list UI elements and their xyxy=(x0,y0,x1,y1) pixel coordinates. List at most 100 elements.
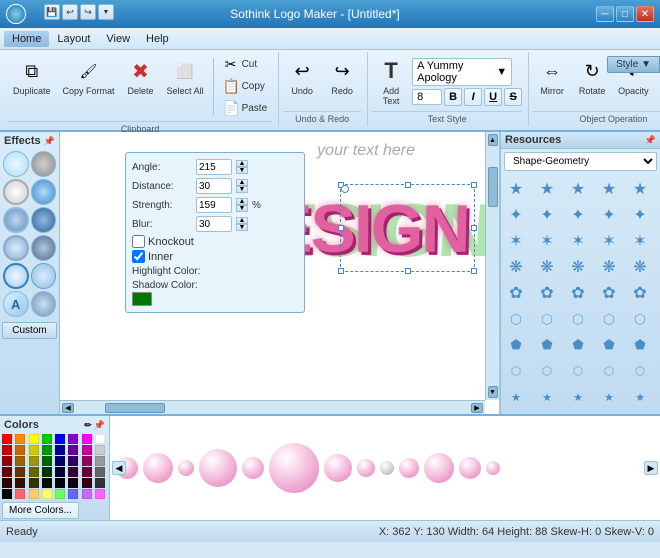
mirror-button[interactable]: ⇔ Mirror xyxy=(533,54,571,99)
scroll-v-down[interactable]: ▼ xyxy=(488,386,498,398)
distance-input[interactable] xyxy=(196,178,232,194)
color-cell[interactable] xyxy=(15,434,25,444)
color-cell[interactable] xyxy=(42,478,52,488)
knockout-checkbox[interactable] xyxy=(132,235,145,248)
shape-star-5pt-2[interactable]: ★ xyxy=(535,177,559,201)
color-cell[interactable] xyxy=(82,434,92,444)
shape-star-4pt-4[interactable]: ✦ xyxy=(597,203,621,227)
shape-hex-s-3[interactable]: ⬡ xyxy=(566,359,590,383)
blur-up-btn[interactable]: ▲ xyxy=(236,217,248,224)
blur-input[interactable] xyxy=(196,216,232,232)
shape-hex-s-4[interactable]: ⬡ xyxy=(597,359,621,383)
shape-4pt-sm-2[interactable]: ✦ xyxy=(535,411,559,414)
shape-burst-4[interactable]: ❋ xyxy=(597,255,621,279)
color-cell[interactable] xyxy=(95,478,105,488)
color-cell[interactable] xyxy=(42,489,52,499)
effect-btn-7[interactable] xyxy=(3,235,29,261)
quick-undo-btn[interactable]: ↩ xyxy=(62,4,78,20)
color-cell[interactable] xyxy=(55,478,65,488)
shape-4pt-sm-3[interactable]: ✦ xyxy=(566,411,590,414)
minimize-button[interactable]: ─ xyxy=(596,6,614,22)
close-button[interactable]: ✕ xyxy=(636,6,654,22)
effect-btn-9[interactable] xyxy=(3,263,29,289)
effect-btn-6[interactable] xyxy=(31,207,56,233)
color-cell[interactable] xyxy=(15,489,25,499)
resources-select[interactable]: Shape-Geometry xyxy=(504,152,657,171)
strikethrough-button[interactable]: S xyxy=(504,88,522,106)
color-cell[interactable] xyxy=(55,467,65,477)
color-cell[interactable] xyxy=(68,467,78,477)
effect-btn-1[interactable] xyxy=(3,151,29,177)
shape-diamond-2[interactable]: ⬟ xyxy=(535,333,559,357)
blur-down-btn[interactable]: ▼ xyxy=(236,224,248,231)
shape-star-4pt-5[interactable]: ✦ xyxy=(628,203,652,227)
shape-star-sm-4[interactable]: ★ xyxy=(597,385,621,409)
color-cell[interactable] xyxy=(2,434,12,444)
scroll-h-right[interactable]: ▶ xyxy=(471,403,483,413)
delete-button[interactable]: ✖ Delete xyxy=(122,54,160,99)
color-cell[interactable] xyxy=(29,467,39,477)
effect-btn-4[interactable] xyxy=(31,179,56,205)
scroll-h-left[interactable]: ◀ xyxy=(62,403,74,413)
shape-burst-1[interactable]: ❋ xyxy=(504,255,528,279)
shape-star-sm-3[interactable]: ★ xyxy=(566,385,590,409)
shape-diamond-3[interactable]: ⬟ xyxy=(566,333,590,357)
distance-spinner[interactable]: ▲ ▼ xyxy=(236,179,248,193)
effect-btn-8[interactable] xyxy=(31,235,56,261)
distance-down-btn[interactable]: ▼ xyxy=(236,186,248,193)
color-cell[interactable] xyxy=(95,467,105,477)
shape-star-5pt-1[interactable]: ★ xyxy=(504,177,528,201)
shape-star-sm-5[interactable]: ★ xyxy=(628,385,652,409)
shape-flower-3[interactable]: ✿ xyxy=(566,281,590,305)
font-name-box[interactable]: A Yummy Apology ▼ xyxy=(412,58,512,86)
shape-hex-s-2[interactable]: ⬡ xyxy=(535,359,559,383)
color-cell[interactable] xyxy=(68,456,78,466)
shape-star-6pt-4[interactable]: ✶ xyxy=(597,229,621,253)
shape-star-6pt-2[interactable]: ✶ xyxy=(535,229,559,253)
rotate-button[interactable]: ↻ Rotate xyxy=(573,54,611,99)
copy-button[interactable]: 📋 Copy xyxy=(218,76,273,97)
strength-down-btn[interactable]: ▼ xyxy=(236,205,248,212)
shape-diamond-4[interactable]: ⬟ xyxy=(597,333,621,357)
shape-star-5pt-4[interactable]: ★ xyxy=(597,177,621,201)
copy-format-button[interactable]: 🖌 Copy Format xyxy=(58,54,120,99)
color-cell[interactable] xyxy=(82,456,92,466)
shape-hex-s-1[interactable]: ⬡ xyxy=(504,359,528,383)
select-all-button[interactable]: ⬜ Select All xyxy=(162,54,209,99)
color-cell[interactable] xyxy=(15,478,25,488)
color-cell[interactable] xyxy=(55,489,65,499)
color-cell[interactable] xyxy=(55,445,65,455)
angle-input[interactable] xyxy=(196,159,232,175)
color-cell[interactable] xyxy=(95,456,105,466)
italic-button[interactable]: I xyxy=(464,88,482,106)
inner-checkbox[interactable] xyxy=(132,250,145,263)
angle-spinner[interactable]: ▲ ▼ xyxy=(236,160,248,174)
scroll-v-up[interactable]: ▲ xyxy=(488,134,498,146)
paste-button[interactable]: 📄 Paste xyxy=(218,98,273,119)
color-cell[interactable] xyxy=(68,489,78,499)
strength-input[interactable] xyxy=(196,197,232,213)
blur-spinner[interactable]: ▲ ▼ xyxy=(236,217,248,231)
shape-star-6pt-1[interactable]: ✶ xyxy=(504,229,528,253)
color-cell[interactable] xyxy=(2,478,12,488)
color-cell[interactable] xyxy=(29,456,39,466)
bold-button[interactable]: B xyxy=(444,88,462,106)
color-cell[interactable] xyxy=(68,445,78,455)
shape-hex-5[interactable]: ⬡ xyxy=(628,307,652,331)
color-cell[interactable] xyxy=(82,489,92,499)
shape-hex-3[interactable]: ⬡ xyxy=(566,307,590,331)
shape-burst-3[interactable]: ❋ xyxy=(566,255,590,279)
shape-star-5pt-5[interactable]: ★ xyxy=(628,177,652,201)
shape-star-5pt-3[interactable]: ★ xyxy=(566,177,590,201)
quick-more-btn[interactable]: ▼ xyxy=(98,4,114,20)
shape-flower-5[interactable]: ✿ xyxy=(628,281,652,305)
color-cell[interactable] xyxy=(55,456,65,466)
custom-button[interactable]: Custom xyxy=(2,322,57,339)
shape-burst-5[interactable]: ❋ xyxy=(628,255,652,279)
color-cell[interactable] xyxy=(15,445,25,455)
strength-up-btn[interactable]: ▲ xyxy=(236,198,248,205)
color-cell[interactable] xyxy=(15,456,25,466)
font-size-box[interactable]: 8 xyxy=(412,89,442,105)
colors-scroll-right[interactable]: ▶ xyxy=(644,461,658,475)
colors-edit-icon[interactable]: ✏ xyxy=(84,420,92,431)
